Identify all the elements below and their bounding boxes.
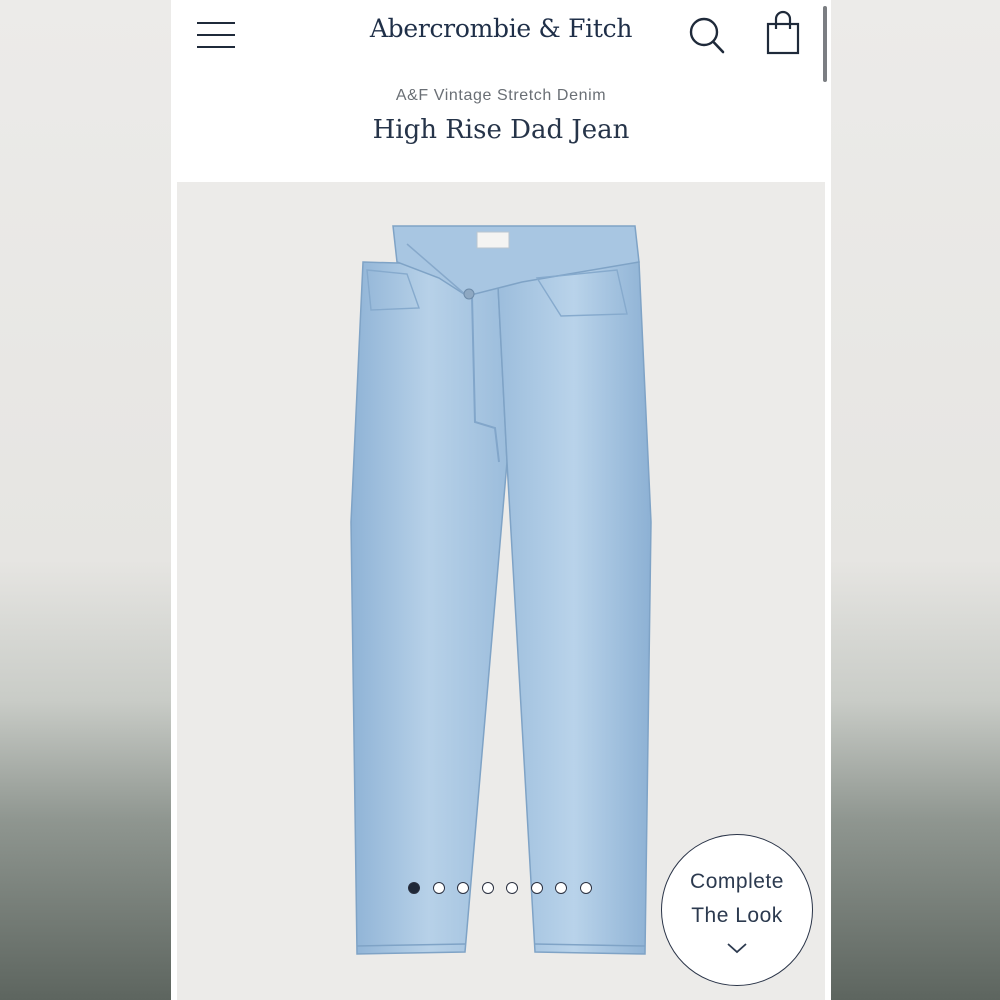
brand-logo[interactable]: Abercrombie & Fitch xyxy=(171,14,831,43)
product-image-gallery[interactable]: Complete The Look xyxy=(177,182,825,1000)
mobile-screen: Abercrombie & Fitch A&F Vintage Stretch … xyxy=(171,0,831,1000)
carousel-dot[interactable] xyxy=(530,882,543,894)
carousel-dot[interactable] xyxy=(457,882,469,894)
app-header: Abercrombie & Fitch A&F Vintage Stretch … xyxy=(171,0,831,182)
light-wash-jeans-image xyxy=(350,225,652,955)
complete-the-look-button[interactable]: Complete The Look xyxy=(661,834,813,986)
chevron-down-icon xyxy=(727,943,747,954)
carousel-dot[interactable] xyxy=(408,882,420,894)
carousel-dot[interactable] xyxy=(481,882,494,894)
shopping-bag-icon xyxy=(766,10,800,55)
complete-the-look-label: Complete The Look xyxy=(662,865,812,933)
carousel-dot[interactable] xyxy=(432,882,445,894)
scrollbar[interactable] xyxy=(823,6,827,82)
carousel-dot[interactable] xyxy=(579,882,592,894)
carousel-dot[interactable] xyxy=(506,882,518,894)
complete-the-look-line2: The Look xyxy=(691,904,783,927)
shopping-bag-button[interactable] xyxy=(765,10,801,56)
product-title: High Rise Dad Jean xyxy=(372,115,630,145)
complete-the-look-line1: Complete xyxy=(690,870,784,893)
carousel-dot[interactable] xyxy=(555,882,567,894)
hamburger-menu-icon xyxy=(197,46,235,48)
product-collection: A&F Vintage Stretch Denim xyxy=(395,87,607,104)
search-button[interactable] xyxy=(687,14,727,56)
search-icon xyxy=(689,17,725,54)
